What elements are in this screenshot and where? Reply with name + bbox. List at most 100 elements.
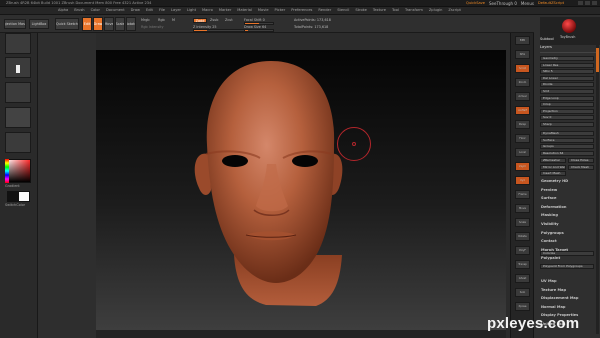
palette-item-polypaint[interactable]: Polypaint xyxy=(541,256,560,260)
palette-item-masking[interactable]: Masking xyxy=(541,213,558,217)
view-button-scale[interactable]: Scale xyxy=(515,218,530,227)
geometry-row-lower-res[interactable]: Lower Res xyxy=(540,62,594,68)
menu-item-document[interactable]: Document xyxy=(106,8,125,12)
menu-item-zplugin[interactable]: Zplugin xyxy=(429,8,443,12)
geometry-row-crisp[interactable]: Crisp xyxy=(540,102,594,108)
check-mesh-button[interactable]: Check Mesh xyxy=(568,164,594,170)
view-button-local[interactable]: Local xyxy=(515,148,530,157)
mrgb-toggle[interactable]: Mrgb xyxy=(141,18,150,22)
scale-button[interactable]: Scale xyxy=(115,17,125,31)
palette-item-polygroups[interactable]: Polygroups xyxy=(541,231,564,235)
m-toggle[interactable]: M xyxy=(172,18,175,22)
z-intensity-slider[interactable] xyxy=(193,29,248,32)
view-button-floor[interactable]: Floor xyxy=(515,134,530,143)
default-zscript-label[interactable]: DefaultZScript xyxy=(538,1,564,6)
mirror-and-weld-button[interactable]: Mirror And Weld xyxy=(540,164,566,170)
palette-item-contact[interactable]: Contact xyxy=(541,239,557,243)
alpha-selector-icon[interactable] xyxy=(5,82,31,103)
menu-item-render[interactable]: Render xyxy=(318,8,331,12)
geometry-row-sharp[interactable]: Sharp xyxy=(540,122,594,127)
geometry-row-geometry[interactable]: Geometry xyxy=(540,56,594,61)
menu-item-macro[interactable]: Macro xyxy=(202,8,213,12)
palette-item-visibility[interactable]: Visibility xyxy=(541,222,559,226)
menu-item-picker[interactable]: Picker xyxy=(275,8,286,12)
texture-selector-icon[interactable] xyxy=(5,107,31,128)
layers-header[interactable]: Layers xyxy=(540,45,552,49)
menu-item-zscript[interactable]: Zscript xyxy=(448,8,460,12)
palette-item-uv-map[interactable]: UV Map xyxy=(541,279,557,283)
switch-color-label[interactable]: SwitchColor xyxy=(5,203,25,207)
dynamesh-row-resolution-64[interactable]: Resolution 64 xyxy=(540,150,594,156)
zsub-button[interactable]: Zsub xyxy=(210,18,218,22)
move-button[interactable]: Move xyxy=(104,17,114,31)
edit-button[interactable]: Edit xyxy=(82,17,92,31)
polypaint-from-polygroups-button[interactable]: Polypaint From Polygroups xyxy=(540,264,594,269)
view-button-frame[interactable]: Frame xyxy=(515,190,530,199)
menu-item-transform[interactable]: Transform xyxy=(405,8,423,12)
view-button-zoom[interactable]: Zoom xyxy=(515,78,530,87)
zadd-button[interactable]: Zadd xyxy=(193,18,207,23)
geometry-row-del-lower[interactable]: Del Lower xyxy=(540,75,594,81)
menu-item-edit[interactable]: Edit xyxy=(146,8,153,12)
menu-item-marker[interactable]: Marker xyxy=(219,8,231,12)
geometry-row-projection[interactable]: Projection xyxy=(540,108,594,114)
zcut-button[interactable]: Zcut xyxy=(225,18,233,22)
palette-item-deformation[interactable]: Deformation xyxy=(541,205,566,209)
scrollbar-thumb[interactable] xyxy=(596,48,599,72)
menu-item-preferences[interactable]: Preferences xyxy=(291,8,312,12)
menu-item-file[interactable]: File xyxy=(159,8,165,12)
menu-item-alpha[interactable]: Alpha xyxy=(58,8,68,12)
lightbox-button[interactable]: LightBox xyxy=(29,19,49,29)
polypaint-colorize[interactable]: Colorize xyxy=(540,251,594,256)
seethrough-label[interactable]: SeeThrough 0 xyxy=(489,1,517,6)
dynamesh-row-dynamesh[interactable]: DynaMesh xyxy=(540,131,594,136)
quick-sketch-button[interactable]: Quick Sketch xyxy=(55,18,79,30)
quicksave-label[interactable]: QuickSave xyxy=(466,1,485,6)
canvas[interactable] xyxy=(96,50,506,330)
draw-size-slider[interactable] xyxy=(244,29,274,32)
menu-item-draw[interactable]: Draw xyxy=(131,8,140,12)
zremesher-button[interactable]: ZRemesher xyxy=(540,158,566,163)
view-button-scroll[interactable]: Scroll xyxy=(515,64,530,73)
right-tray-scrollbar[interactable] xyxy=(596,44,599,334)
view-button-rotate[interactable]: Rotate xyxy=(515,232,530,241)
geometry-row-edge-loop[interactable]: Edge Loop xyxy=(540,95,594,101)
menu-item-stroke[interactable]: Stroke xyxy=(355,8,366,12)
view-button-actual[interactable]: Actual xyxy=(515,92,530,101)
view-button-move[interactable]: Move xyxy=(515,204,530,213)
draw-button[interactable]: Draw xyxy=(93,17,103,31)
close-holes-button[interactable]: Close Holes xyxy=(568,158,594,163)
menu-item-texture[interactable]: Texture xyxy=(373,8,386,12)
view-button-solo[interactable]: Solo xyxy=(515,288,530,297)
menu-item-color[interactable]: Color xyxy=(91,8,100,12)
palette-item-geometry-hd[interactable]: Geometry HD xyxy=(541,179,568,183)
material-selector-icon[interactable] xyxy=(5,132,31,153)
stroke-selector-icon[interactable] xyxy=(5,57,31,78)
palette-item-normal-map[interactable]: Normal Map xyxy=(541,305,565,309)
view-button-aahalf[interactable]: AAHalf xyxy=(515,106,530,115)
maximize-icon[interactable] xyxy=(585,1,590,5)
geometry-row-smt[interactable]: Smt xyxy=(540,89,594,94)
geometry-row-sdiv-5[interactable]: SDiv 5 xyxy=(540,69,594,75)
gradient-label[interactable]: Gradient xyxy=(5,184,20,188)
primary-color-swatch[interactable] xyxy=(18,191,30,202)
palette-item-displacement-map[interactable]: Displacement Map xyxy=(541,296,578,300)
head-model[interactable] xyxy=(96,50,506,330)
dynamesh-row-surface[interactable]: Surface xyxy=(540,137,594,143)
view-button-spix[interactable]: SPix xyxy=(515,50,530,59)
view-button-lsym[interactable]: LSym xyxy=(515,162,530,171)
menu-item-brush[interactable]: Brush xyxy=(74,8,84,12)
insert-mesh-button[interactable]: Insert Mesh xyxy=(540,171,566,177)
menu-item-layer[interactable]: Layer xyxy=(171,8,181,12)
menu-item-movie[interactable]: Movie xyxy=(258,8,269,12)
menu-item-material[interactable]: Material xyxy=(237,8,252,12)
view-button-xyz[interactable]: Xyz xyxy=(515,176,530,185)
palette-item-preview[interactable]: Preview xyxy=(541,188,557,192)
hue-bar[interactable] xyxy=(5,159,9,183)
view-button-ghost[interactable]: Ghost xyxy=(515,274,530,283)
projection-master-button[interactable]: Projection Master xyxy=(4,19,26,29)
subtool-header[interactable]: Subtool xyxy=(540,37,554,41)
view-button-transp[interactable]: Transp xyxy=(515,260,530,269)
view-button-xpose[interactable]: Xpose xyxy=(515,302,530,311)
geometry-row-divide[interactable]: Divide xyxy=(540,82,594,88)
